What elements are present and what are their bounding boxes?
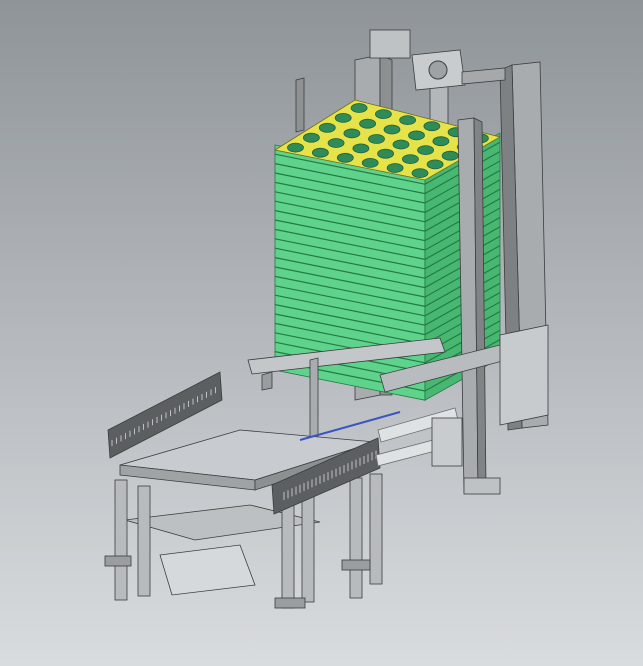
tray-pocket [343, 128, 361, 139]
cad-viewport[interactable] [0, 0, 643, 666]
tray-pocket [432, 136, 450, 147]
tray-pocket [374, 109, 392, 119]
support-leg [349, 477, 363, 599]
tray-pocket [318, 122, 336, 133]
rod-end-block [431, 417, 463, 467]
tray-pocket [417, 145, 435, 156]
tray-pocket [287, 142, 304, 153]
support-leg [114, 479, 128, 601]
tray-pocket [423, 121, 441, 132]
tray-pocket [368, 134, 385, 144]
top-bracket-left [369, 29, 411, 59]
tray-pocket [352, 143, 370, 154]
tray-pocket [401, 154, 419, 165]
tray-pocket [399, 115, 417, 125]
tray-pocket [383, 124, 401, 135]
tray-pocket [302, 132, 320, 143]
carriage-plate [499, 324, 549, 426]
tray-pocket [386, 163, 404, 173]
tray-pocket [377, 148, 395, 159]
tray-pocket [441, 150, 459, 161]
tray-pocket [350, 103, 368, 113]
tray-pocket [334, 113, 352, 123]
tray-pocket [359, 118, 377, 129]
fork-left-tip [261, 371, 273, 391]
support-leg [301, 491, 315, 603]
tray-pocket [361, 157, 379, 168]
tray-pocket [311, 147, 329, 158]
leg-foot [104, 555, 132, 567]
support-leg [369, 473, 383, 585]
tray-pocket [426, 159, 444, 170]
bearing-bore [428, 60, 448, 80]
rear-arm-left [295, 77, 305, 133]
tray-pocket [411, 168, 429, 179]
leg-foot [341, 559, 371, 571]
tray-pocket [408, 130, 425, 141]
stacker-machine-model[interactable] [0, 0, 643, 666]
front-column-foot [463, 477, 501, 495]
support-leg [137, 485, 151, 597]
tray-pocket [392, 139, 410, 150]
cylinder-block [159, 544, 256, 596]
top-beam-right [461, 67, 506, 85]
tray-pocket [327, 138, 345, 148]
leg-foot [274, 597, 306, 609]
tray-pocket [336, 152, 354, 163]
